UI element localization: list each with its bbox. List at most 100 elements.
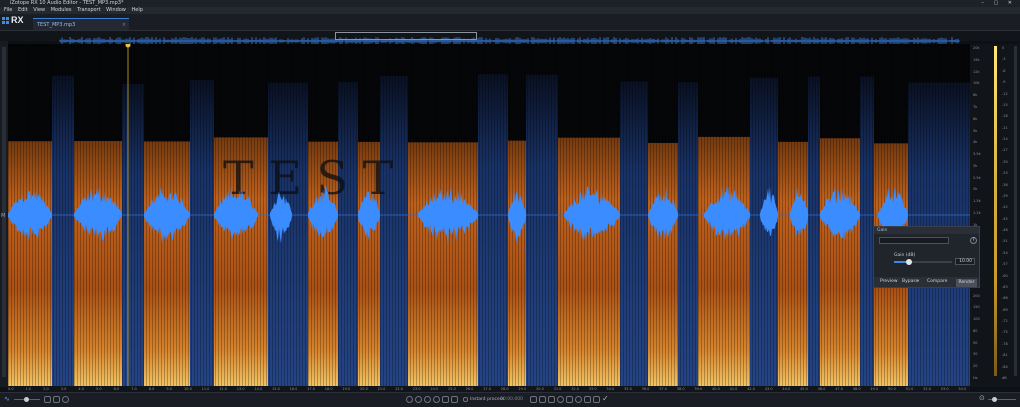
grid-icon[interactable] (53, 396, 60, 403)
db-tick-label: -63 (1002, 284, 1008, 289)
channel-label: M (1, 213, 6, 219)
preview-button[interactable]: Preview (880, 279, 898, 284)
time-tick-label: 26.0 (465, 387, 474, 391)
overview-view-region[interactable] (335, 32, 477, 40)
menu-window[interactable]: Window (106, 7, 126, 14)
time-tick-label: 11.0 (201, 387, 210, 391)
db-tick-label: -48 (1002, 228, 1008, 233)
bypass-dropdown-icon[interactable]: ▾ (917, 279, 919, 284)
close-window-button[interactable]: ✕ (1008, 0, 1016, 6)
spectrogram-settings-icon[interactable]: ⊙ (979, 395, 985, 402)
magic-wand-icon[interactable] (575, 396, 582, 403)
time-tick-label: 48.0 (852, 387, 861, 391)
draw-tool-icon[interactable]: ✓ (602, 395, 609, 403)
time-tick-label: 34.0 (606, 387, 615, 391)
lasso-icon[interactable] (557, 396, 564, 403)
gain-panel-title[interactable]: Gain (874, 227, 979, 234)
menu-transport[interactable]: Transport (77, 7, 100, 14)
vertical-scrollbar-right[interactable] (1014, 46, 1017, 376)
time-tick-label: 25.0 (448, 387, 456, 391)
db-tick-label: -84 (1002, 364, 1008, 369)
frequency-tick-label: 80 (973, 328, 978, 333)
hand-tool-icon[interactable] (451, 396, 458, 403)
frequency-select-icon[interactable] (548, 396, 555, 403)
opacity-slider[interactable] (14, 397, 40, 402)
time-tick-label: 15.0 (272, 387, 280, 391)
db-tick-label: -12 (1002, 91, 1008, 96)
close-tab-button[interactable]: × (122, 19, 126, 31)
time-tick-label: 45.0 (800, 387, 808, 391)
time-select-icon[interactable] (539, 396, 546, 403)
zoom-fit-icon[interactable] (433, 396, 440, 403)
db-tick-label: -54 (1002, 250, 1008, 255)
preset-select[interactable] (879, 237, 949, 244)
time-tick-label: 51.0 (905, 387, 914, 391)
settings-icon[interactable] (62, 396, 69, 403)
db-tick-label: -36 (1002, 182, 1008, 187)
view-toggle-icon[interactable] (44, 396, 51, 403)
time-tick-label: 1.0 (25, 387, 32, 391)
instant-process-checkbox[interactable] (463, 397, 468, 402)
level-meter (994, 46, 997, 376)
time-tick-label: 13.0 (236, 387, 245, 391)
frequency-scale[interactable]: 20k 15k 12k 10k 8k 7k 6k 5k 4k 3.5k 3k 2.5k 2k 1.5k 1.… (970, 44, 1020, 387)
frequency-tick-label: 10k (973, 81, 980, 86)
frequency-tick-label: 3.5k (973, 152, 981, 157)
minimize-button[interactable]: – (981, 0, 988, 6)
spectrogram-view[interactable]: T E S T (8, 44, 970, 387)
menu-help[interactable]: Help (131, 7, 142, 14)
brush-icon[interactable] (566, 396, 573, 403)
marquee-select-icon[interactable] (530, 396, 537, 403)
waveform-mode-icon[interactable]: ∿ (4, 396, 10, 403)
zoom-in-icon[interactable] (406, 396, 413, 403)
gain-value-input[interactable]: 10.00 (955, 258, 975, 265)
db-tick-label: -66 (1002, 296, 1008, 301)
menu-edit[interactable]: Edit (18, 7, 28, 14)
time-tick-label: 37.0 (659, 387, 667, 391)
time-tick-label: 39.0 (694, 387, 703, 391)
frequency-tick-label: 1.2k (973, 211, 981, 215)
harmonic-select-icon[interactable] (584, 396, 591, 403)
time-tick-label: 0.0 (8, 387, 14, 391)
time-tick-label: 36.0 (641, 387, 650, 391)
gain-module-panel: Gain ? Gain (dB) 10.00 Preview Bypass ▾ … (873, 226, 980, 288)
menu-view[interactable]: View (33, 7, 45, 14)
time-tick-label: 46.0 (817, 387, 826, 391)
db-tick-label: -75 (1002, 330, 1008, 335)
zoom-out-icon[interactable] (415, 396, 422, 403)
gain-slider-knob[interactable] (905, 259, 912, 265)
file-tab[interactable]: TEST_MP3.mp3 × (33, 18, 129, 30)
time-tick-label: 24.0 (430, 387, 439, 391)
compare-button[interactable]: Compare (927, 279, 947, 284)
db-tick-label: -27 (1002, 148, 1008, 153)
time-tick-label: 2.0 (43, 387, 49, 391)
menu-modules[interactable]: Modules (51, 7, 72, 14)
menu-file[interactable]: File (4, 7, 12, 14)
maximize-button[interactable]: ▢ (993, 0, 1002, 6)
frequency-tick-label: 1.5k (973, 199, 981, 204)
db-tick-label: -39 (1002, 193, 1008, 198)
rx-logo: RX (2, 15, 30, 28)
zoom-selection-icon[interactable] (424, 396, 431, 403)
window-title: iZotope RX 10 Audio Editor - TEST_MP3.mp… (10, 0, 124, 6)
transport-bar: ∿ Instant process 00:00.000 ✓ ⊙ (0, 392, 1020, 407)
time-tick-label: 38.0 (676, 387, 685, 391)
db-tick-label: dB (1002, 376, 1007, 380)
zoom-time-icon[interactable] (442, 396, 449, 403)
db-tick-label: -9 (1002, 80, 1006, 85)
left-rail: M (0, 41, 8, 387)
time-tick-label: 49.0 (870, 387, 879, 391)
help-icon[interactable]: ? (970, 237, 977, 244)
vertical-scrollbar-left[interactable] (2, 47, 6, 377)
time-tick-label: 52.0 (923, 387, 931, 391)
render-button[interactable]: Render (956, 279, 977, 287)
db-tick-label: -24 (1002, 137, 1008, 142)
freq-zoom-slider[interactable] (988, 397, 1016, 402)
gain-slider[interactable] (894, 259, 952, 265)
time-tick-label: 54.0 (958, 387, 967, 391)
db-tick-label: -60 (1002, 273, 1008, 278)
bypass-button[interactable]: Bypass (902, 279, 918, 284)
time-tick-label: 47.0 (835, 387, 843, 391)
instant-process-tool-icon[interactable] (593, 396, 600, 403)
overview-waveform[interactable] (0, 31, 1020, 45)
